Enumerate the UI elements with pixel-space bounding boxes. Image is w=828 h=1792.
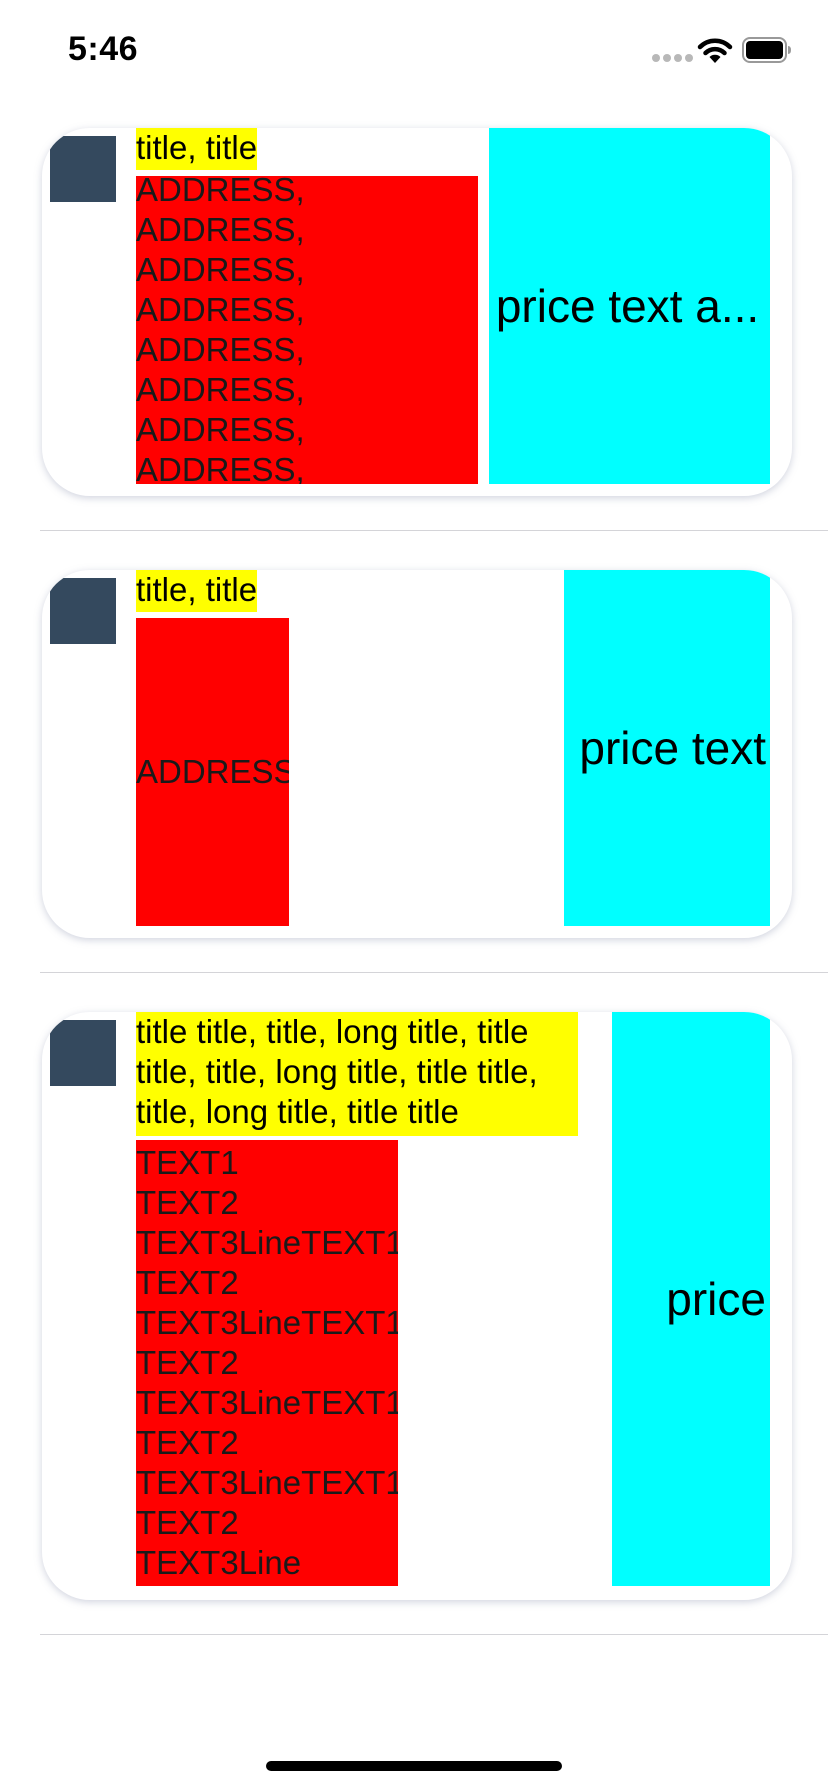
card[interactable]: title title, title, long title, title ti… [42,1012,792,1600]
table-row[interactable]: title, title ADDRESS, ADDRESS, ADDRESS, … [0,128,828,531]
thumbnail-image [50,1020,116,1086]
status-time: 5:46 [68,30,139,68]
home-indicator[interactable] [266,1761,562,1771]
address-label: ADDRESS [136,618,289,926]
price-label: price text [564,570,770,926]
battery-icon [742,37,791,63]
address-label: TEXT1 TEXT2 TEXT3LineTEXT1 TEXT2 TEXT3Li… [136,1140,398,1586]
card[interactable]: title, title ADDRESS price text [42,570,792,938]
title-label: title, title [136,570,258,612]
price-text: price [666,1273,766,1325]
thumbnail-image [50,136,116,202]
separator [40,1634,828,1635]
table-row[interactable]: title, title ADDRESS price text [0,570,828,973]
thumbnail-image [50,578,116,644]
title-label: title title, title, long title, title ti… [136,1012,578,1136]
card[interactable]: title, title ADDRESS, ADDRESS, ADDRESS, … [42,128,792,496]
price-label: price [612,1012,770,1586]
status-bar: 5:46 [0,0,828,100]
price-text: price text [579,722,766,774]
separator [40,972,828,973]
wifi-icon [697,38,733,63]
price-label: price text a... [489,128,770,484]
price-text: price text a... [495,280,760,332]
title-label: title, title [136,128,258,170]
separator [40,530,828,531]
table-row[interactable]: title title, title, long title, title ti… [0,1012,828,1635]
address-label: ADDRESS, ADDRESS, ADDRESS, ADDRESS, ADDR… [136,176,478,484]
